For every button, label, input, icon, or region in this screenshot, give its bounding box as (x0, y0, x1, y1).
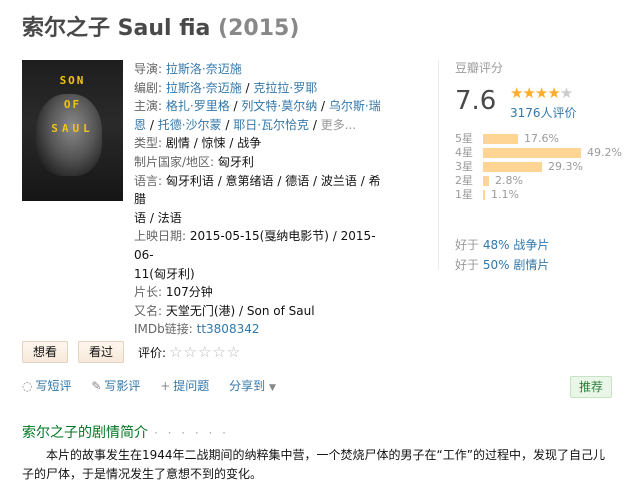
rating-label: 豆瓣评分 (455, 61, 504, 75)
info-release: 上映日期: 2015-05-15(戛纳电影节) / 2015-06- 11(匈牙… (134, 229, 376, 281)
action-bar: 想看 看过 评价: ☆☆☆☆☆ (22, 341, 241, 363)
rating-score: 7.6 (455, 86, 497, 116)
ask-question-button[interactable]: + 提问题 (160, 376, 209, 396)
rating-bar-row: 5星 17.6% (455, 132, 559, 145)
rating-bar (483, 134, 518, 144)
cast-more-link[interactable]: 更多... (321, 118, 356, 132)
info-language: 语言: 匈牙利语 / 意第绪语 / 德语 / 波兰语 / 希腊 语 / 法语 (134, 173, 381, 225)
rate-label: 评价: (138, 345, 167, 360)
poster-text-of: OF (63, 98, 82, 111)
info-cast: 主演: 格扎·罗里格 / 列文特·莫尔纳 / 乌尔斯·瑞 恩 / 托德·沙尔蒙 … (134, 99, 381, 132)
write-short-review-button[interactable]: ◌ 写短评 (22, 376, 72, 396)
cast-link[interactable]: 格扎·罗里格 (166, 99, 230, 113)
page-title: 索尔之子 Saul fia (2015) (22, 14, 299, 44)
rating-panel: 豆瓣评分 7.6 ★★★★★ 3176人评价 5星 17.6% 4星 49.2%… (438, 60, 630, 272)
country-value: 匈牙利 (217, 154, 254, 169)
better-than-drama-link[interactable]: 50% 剧情片 (483, 258, 550, 272)
runtime-value: 107分钟 (165, 285, 213, 300)
recommend-button[interactable]: 推荐 (569, 376, 612, 398)
rating-bar-row: 4星 49.2% (455, 146, 622, 159)
rating-bar (483, 148, 581, 158)
poster-text-son: SON (59, 74, 86, 87)
rating-votes-link[interactable]: 3176人评价 (510, 104, 577, 121)
synopsis-text: 本片的故事发生在1944年二战期间的纳粹集中营，一个焚烧尸体的男子在“工作”的过… (22, 448, 605, 481)
rating-bar-row: 1星 1.1% (455, 188, 519, 201)
info-runtime: 片长: 107分钟 (134, 285, 213, 300)
release-values-cont: 11(匈牙利) (134, 266, 195, 281)
title-dots: · · · · · · (154, 426, 229, 440)
movie-info: 导演: 拉斯洛·奈迈施 编剧: 拉斯洛·奈迈施 / 克拉拉·罗耶 主演: 格扎·… (134, 60, 384, 339)
cast-link[interactable]: 托德·沙尔蒙 (158, 118, 222, 132)
writer-link[interactable]: 克拉拉·罗耶 (253, 81, 317, 95)
social-bar: ◌ 写短评 ✎ 写影评 + 提问题 分享到 ▼ 推荐 (22, 376, 612, 398)
chevron-down-icon: ▼ (268, 383, 276, 393)
cast-link[interactable]: 乌尔斯·瑞 (329, 99, 381, 113)
language-values-cont: 语 / 法语 (134, 210, 182, 225)
aka-value: 天堂无门(港) / Son of Saul (165, 303, 315, 318)
star-empty-icon: ★ (559, 84, 573, 102)
movie-name: 索尔之子 Saul fia (22, 16, 211, 41)
star-icon: ★★★★ (510, 84, 561, 102)
want-to-watch-button[interactable]: 想看 (22, 341, 69, 363)
better-than-drama: 好于 50% 剧情片 (455, 258, 550, 272)
cast-link[interactable]: 耶日·瓦尔恰克 (233, 118, 309, 132)
info-country: 制片国家/地区: 匈牙利 (134, 154, 254, 169)
better-than-war: 好于 48% 战争片 (455, 238, 550, 252)
poster-text-saul: SAUL (51, 122, 94, 135)
movie-poster[interactable]: SON OF SAUL (22, 60, 123, 201)
rate-stars-input[interactable]: ☆☆☆☆☆ (169, 343, 241, 361)
better-than-war-link[interactable]: 48% 战争片 (483, 238, 550, 252)
pencil-icon: ✎ (91, 379, 102, 393)
rating-distribution: 5星 17.6% 4星 49.2% 3星 29.3% 2星 2.8% 1星 1.… (455, 132, 622, 202)
synopsis-title: 索尔之子的剧情简介 · · · · · · (22, 425, 229, 441)
rating-bar-row: 2星 2.8% (455, 174, 523, 187)
rating-bar (483, 162, 542, 172)
info-genre: 类型: 剧情 / 惊悚 / 战争 (134, 136, 262, 151)
watched-button[interactable]: 看过 (78, 341, 125, 363)
info-director: 导演: 拉斯洛·奈迈施 (134, 62, 242, 76)
movie-year: (2015) (218, 16, 300, 41)
genre-values: 剧情 / 惊悚 / 战争 (165, 136, 262, 151)
director-link[interactable]: 拉斯洛·奈迈施 (166, 62, 242, 76)
rating-bar (483, 176, 489, 186)
plus-icon: + (160, 379, 171, 393)
language-values: 匈牙利语 / 意第绪语 / 德语 / 波兰语 / 希腊 (134, 173, 381, 207)
write-review-button[interactable]: ✎ 写影评 (91, 376, 140, 396)
rating-bar (483, 190, 485, 200)
imdb-link[interactable]: tt3808342 (197, 322, 260, 336)
info-writers: 编剧: 拉斯洛·奈迈施 / 克拉拉·罗耶 (134, 80, 318, 95)
rating-bar-row: 3星 29.3% (455, 160, 583, 173)
comment-icon: ◌ (22, 379, 33, 393)
info-aka: 又名: 天堂无门(港) / Son of Saul (134, 303, 315, 318)
rating-stars: ★★★★★ (510, 84, 573, 102)
cast-link[interactable]: 恩 (134, 118, 146, 132)
better-than: 好于 48% 战争片 好于 50% 剧情片 (455, 235, 549, 275)
info-imdb: IMDb链接: tt3808342 (134, 322, 260, 337)
writer-link[interactable]: 拉斯洛·奈迈施 (166, 81, 242, 95)
share-button[interactable]: 分享到 ▼ (229, 376, 279, 398)
cast-link[interactable]: 列文特·莫尔纳 (241, 99, 317, 113)
